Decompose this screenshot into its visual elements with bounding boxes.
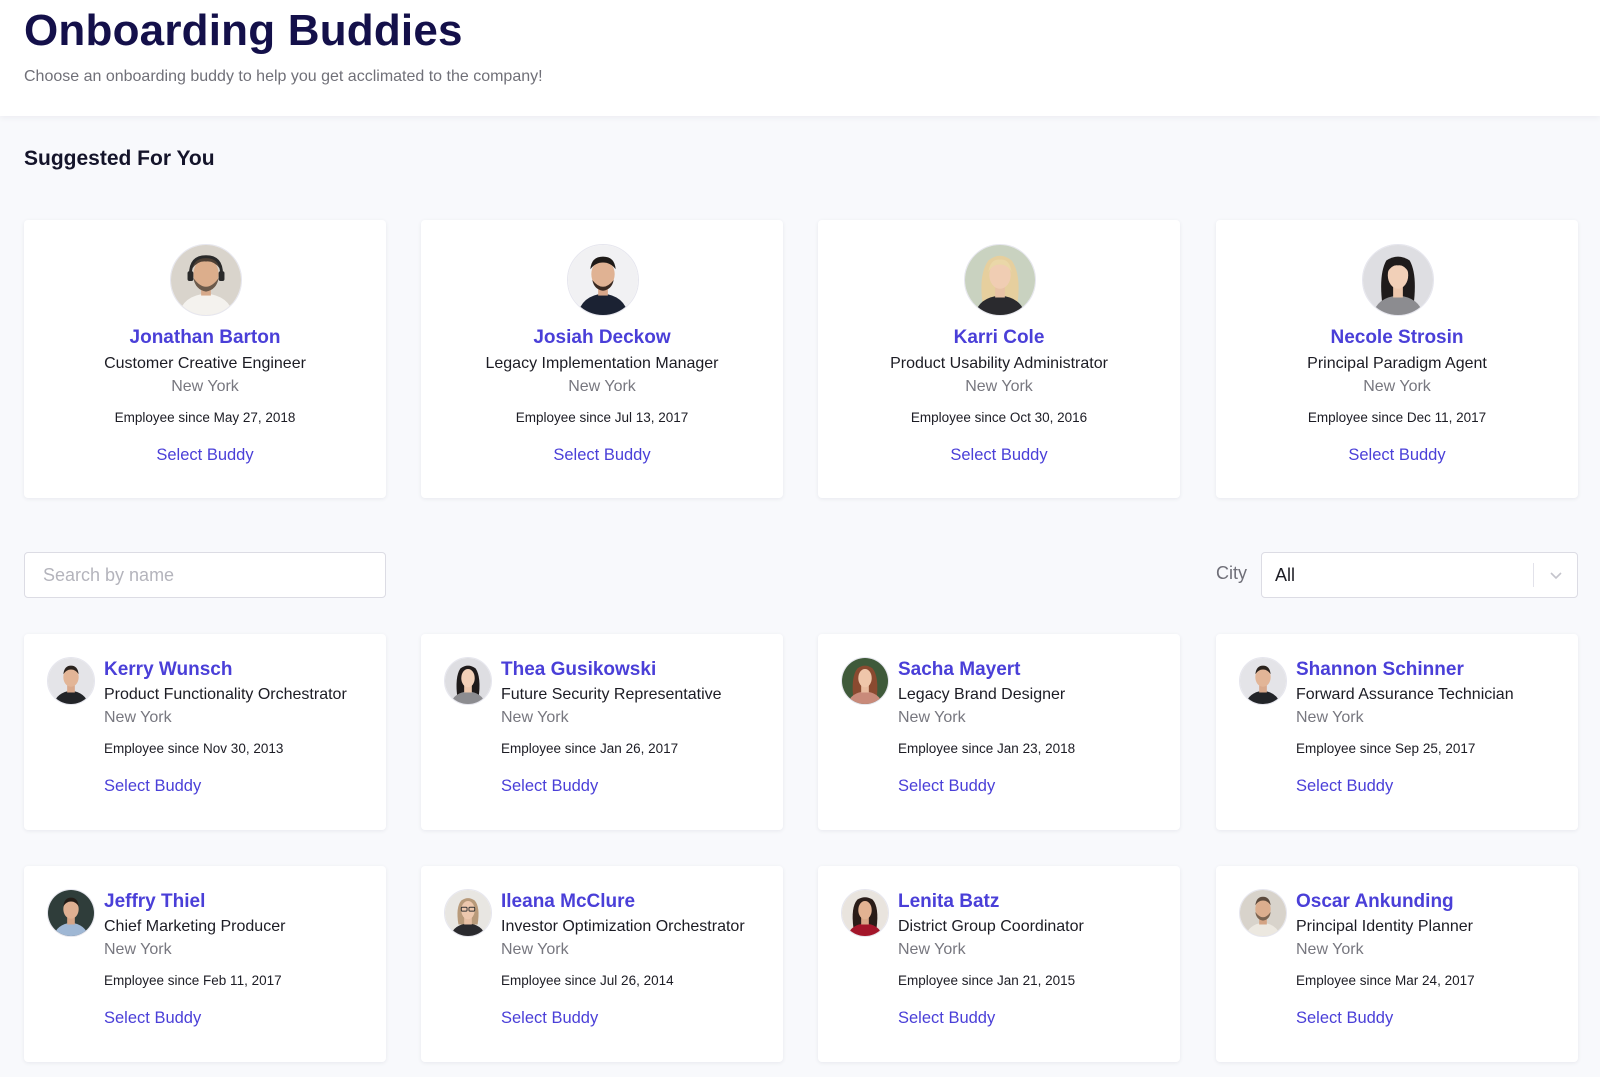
buddy-city: New York bbox=[898, 941, 966, 958]
buddy-employee-since: Employee since Oct 30, 2016 bbox=[910, 410, 1088, 425]
buddy-role: Principal Paradigm Agent bbox=[1307, 355, 1487, 372]
select-buddy-button[interactable]: Select Buddy bbox=[1296, 1009, 1393, 1028]
buddy-city: New York bbox=[104, 709, 172, 726]
buddy-role: Product Functionality Orchestrator bbox=[104, 686, 347, 703]
buddy-name[interactable]: Kerry Wunsch bbox=[104, 659, 232, 681]
buddy-employee-since: Employee since Nov 30, 2013 bbox=[104, 741, 284, 756]
avatar-man-dark-shirt bbox=[1239, 657, 1287, 705]
buddy-employee-since: Employee since Jan 26, 2017 bbox=[501, 741, 679, 756]
buddy-city: New York bbox=[171, 378, 239, 395]
buddy-card: Thea Gusikowski Future Security Represen… bbox=[421, 634, 783, 830]
buddy-role: Legacy Implementation Manager bbox=[485, 355, 719, 372]
city-filter-label: City bbox=[1216, 563, 1247, 583]
buddy-city: New York bbox=[1363, 378, 1431, 395]
select-buddy-button[interactable]: Select Buddy bbox=[898, 777, 995, 796]
suggested-buddy-card: Necole Strosin Principal Paradigm Agent … bbox=[1216, 220, 1578, 498]
buddy-name[interactable]: Oscar Ankunding bbox=[1296, 891, 1454, 913]
buddy-name[interactable]: Karri Cole bbox=[818, 327, 1180, 349]
city-select[interactable]: All bbox=[1261, 552, 1578, 598]
search-input[interactable] bbox=[24, 552, 386, 598]
buddy-city: New York bbox=[1296, 709, 1364, 726]
buddy-employee-since: Employee since Mar 24, 2017 bbox=[1296, 973, 1475, 988]
buddy-card: Lenita Batz District Group Coordinator N… bbox=[818, 866, 1180, 1062]
buddy-city: New York bbox=[104, 941, 172, 958]
buddy-employee-since: Employee since Feb 11, 2017 bbox=[104, 973, 282, 988]
avatar-man-dark-shirt bbox=[47, 657, 95, 705]
buddy-card: Sacha Mayert Legacy Brand Designer New Y… bbox=[818, 634, 1180, 830]
city-select-value: All bbox=[1275, 565, 1296, 585]
select-buddy-button[interactable]: Select Buddy bbox=[501, 777, 598, 796]
buddy-name[interactable]: Jeffry Thiel bbox=[104, 891, 205, 913]
select-buddy-button[interactable]: Select Buddy bbox=[898, 1009, 995, 1028]
buddy-role: Forward Assurance Technician bbox=[1296, 686, 1514, 703]
avatar-woman-dark-hair bbox=[1362, 244, 1434, 316]
buddy-name[interactable]: Lenita Batz bbox=[898, 891, 999, 913]
buddy-role: Principal Identity Planner bbox=[1296, 918, 1473, 935]
buddy-city: New York bbox=[568, 378, 636, 395]
buddy-city: New York bbox=[898, 709, 966, 726]
buddy-employee-since: Employee since Dec 11, 2017 bbox=[1307, 410, 1487, 425]
select-buddy-button[interactable]: Select Buddy bbox=[1216, 446, 1578, 465]
buddy-role: District Group Coordinator bbox=[898, 918, 1084, 935]
select-buddy-button[interactable]: Select Buddy bbox=[818, 446, 1180, 465]
buddy-role: Legacy Brand Designer bbox=[898, 686, 1066, 703]
buddy-role: Chief Marketing Producer bbox=[104, 918, 286, 935]
avatar-man-blue-shirt bbox=[47, 889, 95, 937]
avatar-man-beard-headphones bbox=[170, 244, 242, 316]
buddy-role: Product Usability Administrator bbox=[890, 355, 1108, 372]
suggested-section-title: Suggested For You bbox=[24, 147, 215, 170]
select-buddy-button[interactable]: Select Buddy bbox=[104, 777, 201, 796]
select-buddy-button[interactable]: Select Buddy bbox=[501, 1009, 598, 1028]
select-divider bbox=[1533, 563, 1534, 587]
buddy-city: New York bbox=[501, 941, 569, 958]
page-header: Onboarding Buddies Choose an onboarding … bbox=[0, 0, 1600, 116]
avatar-woman-red-hair bbox=[841, 657, 889, 705]
buddy-name[interactable]: Jonathan Barton bbox=[24, 327, 386, 349]
avatar-man-beard-light bbox=[1239, 889, 1287, 937]
buddy-employee-since: Employee since May 27, 2018 bbox=[114, 410, 296, 425]
buddy-city: New York bbox=[965, 378, 1033, 395]
chevron-down-icon[interactable] bbox=[1548, 567, 1564, 583]
suggested-buddy-card: Karri Cole Product Usability Administrat… bbox=[818, 220, 1180, 498]
buddy-name[interactable]: Sacha Mayert bbox=[898, 659, 1021, 681]
page-title: Onboarding Buddies bbox=[24, 6, 463, 55]
select-buddy-button[interactable]: Select Buddy bbox=[104, 1009, 201, 1028]
buddy-name[interactable]: Thea Gusikowski bbox=[501, 659, 656, 681]
buddy-employee-since: Employee since Jan 21, 2015 bbox=[898, 973, 1076, 988]
suggested-buddy-card: Josiah Deckow Legacy Implementation Mana… bbox=[421, 220, 783, 498]
buddy-role: Future Security Representative bbox=[501, 686, 722, 703]
buddy-employee-since: Employee since Jul 26, 2014 bbox=[501, 973, 674, 988]
buddy-name[interactable]: Shannon Schinner bbox=[1296, 659, 1464, 681]
select-buddy-button[interactable]: Select Buddy bbox=[1296, 777, 1393, 796]
avatar-woman-blonde bbox=[964, 244, 1036, 316]
buddy-name[interactable]: Necole Strosin bbox=[1216, 327, 1578, 349]
select-buddy-button[interactable]: Select Buddy bbox=[24, 446, 386, 465]
select-buddy-button[interactable]: Select Buddy bbox=[421, 446, 783, 465]
buddy-city: New York bbox=[1296, 941, 1364, 958]
buddy-card: Ileana McClure Investor Optimization Orc… bbox=[421, 866, 783, 1062]
buddy-employee-since: Employee since Jul 13, 2017 bbox=[515, 410, 689, 425]
buddy-name[interactable]: Josiah Deckow bbox=[421, 327, 783, 349]
buddy-city: New York bbox=[501, 709, 569, 726]
buddy-employee-since: Employee since Jan 23, 2018 bbox=[898, 741, 1076, 756]
buddy-role: Customer Creative Engineer bbox=[104, 355, 306, 372]
suggested-buddy-card: Jonathan Barton Customer Creative Engine… bbox=[24, 220, 386, 498]
buddy-name[interactable]: Ileana McClure bbox=[501, 891, 635, 913]
buddy-employee-since: Employee since Sep 25, 2017 bbox=[1296, 741, 1476, 756]
page-subtitle: Choose an onboarding buddy to help you g… bbox=[24, 68, 543, 85]
buddy-role: Investor Optimization Orchestrator bbox=[501, 918, 745, 935]
buddy-card: Kerry Wunsch Product Functionality Orche… bbox=[24, 634, 386, 830]
avatar-woman-glasses bbox=[444, 889, 492, 937]
avatar-woman-red-top bbox=[841, 889, 889, 937]
buddy-card: Shannon Schinner Forward Assurance Techn… bbox=[1216, 634, 1578, 830]
avatar-man-dark-sweater bbox=[567, 244, 639, 316]
avatar-woman-dark-hair bbox=[444, 657, 492, 705]
buddy-card: Oscar Ankunding Principal Identity Plann… bbox=[1216, 866, 1578, 1062]
buddy-card: Jeffry Thiel Chief Marketing Producer Ne… bbox=[24, 866, 386, 1062]
